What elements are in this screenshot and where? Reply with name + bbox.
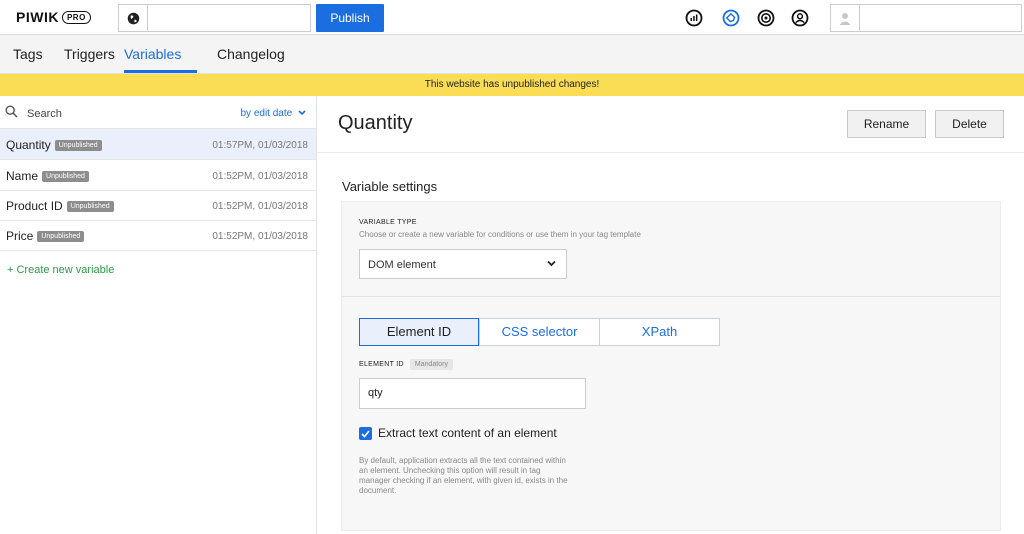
- variable-edit-date: 01:52PM, 01/03/2018: [212, 171, 308, 182]
- logo-text: PIWIK: [16, 9, 59, 25]
- extract-text-description: By default, application extracts all the…: [359, 456, 568, 495]
- website-selector[interactable]: [118, 4, 311, 32]
- tab-xpath[interactable]: XPath: [599, 318, 720, 346]
- tab-tags[interactable]: Tags: [13, 46, 43, 62]
- chevron-down-icon: [547, 260, 556, 267]
- search-input[interactable]: Search: [27, 108, 62, 120]
- variable-name: Product ID: [6, 199, 63, 213]
- tab-element-id[interactable]: Element ID: [359, 318, 479, 346]
- element-id-label-row: ELEMENT ID Mandatory: [359, 359, 453, 370]
- unpublished-badge: Unpublished: [42, 171, 89, 182]
- analytics-icon[interactable]: [684, 8, 704, 28]
- unpublished-badge: Unpublished: [66, 201, 114, 212]
- unpublished-changes-banner: This website has unpublished changes!: [0, 74, 1024, 96]
- tab-triggers[interactable]: Triggers: [64, 46, 115, 62]
- variable-item-name[interactable]: Name Unpublished 01:52PM, 01/03/2018: [0, 160, 316, 191]
- user-selector[interactable]: [830, 4, 1022, 32]
- top-bar: PIWIK PRO Publish: [0, 0, 1024, 35]
- section-title: Variable settings: [342, 179, 438, 194]
- variable-type-help: Choose or create a new variable for cond…: [359, 230, 641, 239]
- unpublished-badge: Unpublished: [54, 140, 102, 151]
- variable-name: Quantity: [6, 138, 51, 152]
- main-navigation: Tags Triggers Variables Changelog: [0, 35, 1024, 74]
- tab-css-selector[interactable]: CSS selector: [479, 318, 600, 346]
- checkmark-icon: [361, 429, 370, 438]
- variable-edit-date: 01:52PM, 01/03/2018: [212, 231, 308, 242]
- extract-text-label[interactable]: Extract text content of an element: [378, 426, 557, 440]
- variable-edit-date: 01:57PM, 01/03/2018: [212, 140, 308, 151]
- variable-item-quantity[interactable]: Quantity Unpublished 01:57PM, 01/03/2018: [0, 129, 316, 160]
- tab-changelog[interactable]: Changelog: [217, 46, 285, 62]
- create-new-variable-link[interactable]: + Create new variable: [7, 264, 114, 276]
- logo-badge: PRO: [61, 10, 91, 24]
- mandatory-badge: Mandatory: [409, 359, 453, 370]
- tab-variables[interactable]: Variables: [124, 46, 181, 62]
- rename-button[interactable]: Rename: [847, 110, 926, 138]
- active-tab-indicator: [124, 70, 197, 73]
- piwik-pro-logo[interactable]: PIWIK PRO: [16, 9, 91, 25]
- variable-settings-panel: VARIABLE TYPE Choose or create a new var…: [341, 201, 1001, 531]
- tag-manager-icon[interactable]: [721, 8, 741, 28]
- variable-name: Price: [6, 229, 34, 243]
- variable-editor: Quantity Rename Delete Variable settings…: [317, 96, 1024, 534]
- page-title: Quantity: [338, 112, 413, 134]
- header-divider: [317, 152, 1024, 153]
- user-circle-icon[interactable]: [790, 8, 810, 28]
- avatar-icon: [831, 5, 860, 31]
- variable-type-label: VARIABLE TYPE: [359, 219, 417, 226]
- target-icon[interactable]: [756, 8, 776, 28]
- variable-item-price[interactable]: Price Unpublished 01:52PM, 01/03/2018: [0, 220, 316, 251]
- chevron-down-icon: [298, 110, 306, 116]
- variables-sidebar: Search by edit date Quantity Unpublished …: [0, 96, 317, 534]
- globe-icon: [119, 5, 148, 31]
- publish-button[interactable]: Publish: [316, 4, 384, 32]
- sort-label: by edit date: [240, 108, 293, 119]
- variable-name: Name: [6, 169, 39, 183]
- element-id-label: ELEMENT ID: [359, 361, 404, 368]
- element-id-input[interactable]: qty: [359, 378, 586, 409]
- panel-divider: [342, 296, 1000, 297]
- extract-text-checkbox[interactable]: [359, 427, 372, 440]
- search-bar[interactable]: Search by edit date: [0, 96, 316, 129]
- variable-edit-date: 01:52PM, 01/03/2018: [212, 201, 308, 212]
- unpublished-badge: Unpublished: [37, 231, 85, 242]
- variable-type-select[interactable]: DOM element: [359, 249, 567, 279]
- variable-item-product-id[interactable]: Product ID Unpublished 01:52PM, 01/03/201…: [0, 190, 316, 221]
- delete-button[interactable]: Delete: [935, 110, 1004, 138]
- variable-type-value: DOM element: [368, 259, 436, 271]
- sort-dropdown[interactable]: by edit date: [241, 108, 307, 119]
- search-icon: [5, 105, 18, 123]
